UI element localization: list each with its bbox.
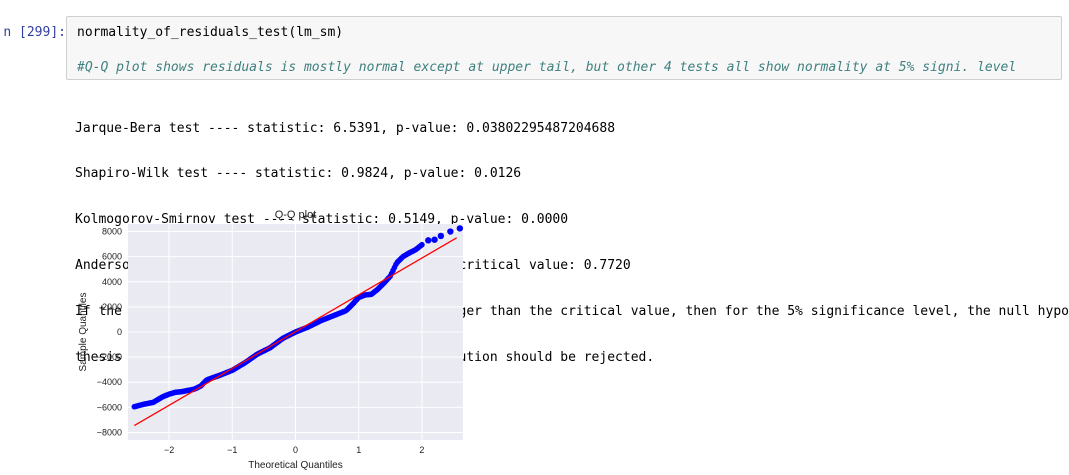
sample-point: [425, 237, 432, 244]
x-tick-label: −2: [164, 445, 174, 455]
x-tick-label: −1: [227, 445, 237, 455]
code-cell-input[interactable]: normality_of_residuals_test(lm_sm) #Q-Q …: [66, 16, 1062, 80]
y-tick-label: 2000: [102, 302, 122, 312]
x-tick-label: 0: [293, 445, 298, 455]
code-comment: #Q-Q plot shows residuals is mostly norm…: [77, 60, 1017, 75]
code-line: normality_of_residuals_test(lm_sm): [77, 25, 344, 40]
chart-title: Q-Q plot: [275, 209, 317, 221]
sample-point: [456, 225, 464, 232]
y-axis-label: Sample Quantiles: [78, 293, 89, 372]
qq-plot-chart: −2 −1 0 1 2 8000 6000 4000 2000 0 −2000 −4000 −6000 −…: [78, 209, 464, 471]
y-tick-label: −2000: [97, 352, 122, 362]
sample-point: [447, 228, 454, 235]
y-tick-label: 0: [117, 327, 122, 337]
sample-point: [437, 232, 445, 240]
y-tick-label: 4000: [102, 277, 122, 287]
y-tick-label: −8000: [97, 427, 122, 437]
x-axis-label: Theoretical Quantiles: [248, 460, 343, 471]
sample-point: [419, 241, 425, 248]
cell-prompt: n [299]:: [3, 25, 66, 40]
output-line-jarque-bera: Jarque-Bera test ---- statistic: 6.5391,…: [75, 120, 616, 136]
sample-point: [431, 236, 438, 243]
y-tick-label: −6000: [97, 402, 122, 412]
x-tick-label: 2: [419, 445, 424, 455]
y-tick-label: −4000: [97, 377, 122, 387]
output-line-shapiro-wilk: Shapiro-Wilk test ---- statistic: 0.9824…: [75, 166, 522, 182]
y-tick-label: 8000: [102, 227, 122, 237]
y-tick-label: 6000: [102, 252, 122, 262]
x-tick-label: 1: [356, 445, 361, 455]
